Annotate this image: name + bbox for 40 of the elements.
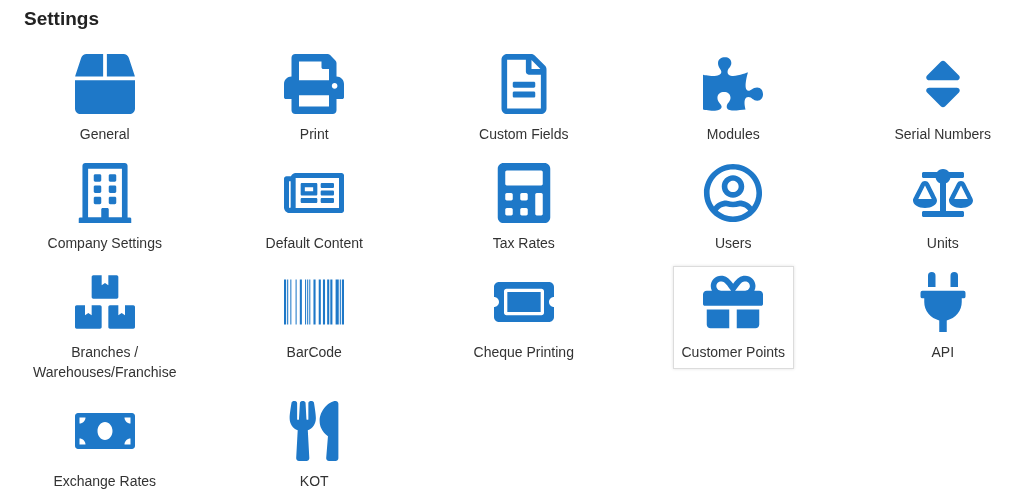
tile-label: Default Content — [265, 234, 363, 253]
tile-label: Company Settings — [47, 234, 162, 253]
user-icon — [703, 163, 764, 223]
settings-tile[interactable]: Users — [694, 157, 773, 260]
settings-tile[interactable]: BarCode — [275, 266, 354, 369]
settings-tile[interactable]: Modules — [694, 48, 773, 151]
tile-label: Units — [926, 234, 959, 253]
settings-tile[interactable]: API — [903, 266, 982, 369]
tile-label: Branches / Warehouses/Franchise — [32, 343, 178, 382]
puzzle-icon — [703, 54, 764, 114]
box-icon — [74, 54, 135, 114]
tile-label: General — [79, 125, 130, 144]
tile-label: Modules — [706, 125, 760, 144]
settings-tile[interactable]: Custom Fields — [470, 48, 578, 151]
tile-label: Tax Rates — [492, 234, 555, 253]
tile-label: BarCode — [286, 343, 342, 362]
settings-tile[interactable]: Units — [903, 157, 982, 260]
settings-tile[interactable]: General — [65, 48, 144, 151]
settings-tile[interactable]: Branches / Warehouses/Franchise — [0, 266, 209, 389]
tile-label: Cheque Printing — [473, 343, 574, 362]
settings-tile[interactable]: Tax Rates — [483, 157, 564, 260]
tile-label: Custom Fields — [479, 125, 569, 144]
settings-tile[interactable]: Default Content — [256, 157, 372, 260]
tile-label: API — [931, 343, 955, 362]
settings-tile[interactable]: Exchange Rates — [44, 395, 166, 498]
settings-tile[interactable]: Company Settings — [38, 157, 171, 260]
page-title: Settings — [24, 8, 100, 30]
tile-label: Serial Numbers — [894, 125, 991, 144]
tile-label: Customer Points — [681, 343, 785, 362]
printer-icon — [284, 54, 345, 114]
tile-label: Users — [714, 234, 752, 253]
tile-label: Exchange Rates — [53, 472, 157, 491]
settings-tile[interactable]: KOT — [275, 395, 354, 498]
boxes-icon — [74, 272, 135, 332]
tile-label: Print — [299, 125, 329, 144]
settings-tile[interactable]: Print — [275, 48, 354, 151]
settings-tile[interactable]: Customer Points — [672, 266, 794, 369]
settings-tile[interactable]: Cheque Printing — [464, 266, 583, 369]
tile-label: KOT — [299, 472, 329, 491]
settings-tile[interactable]: Serial Numbers — [885, 48, 1000, 151]
